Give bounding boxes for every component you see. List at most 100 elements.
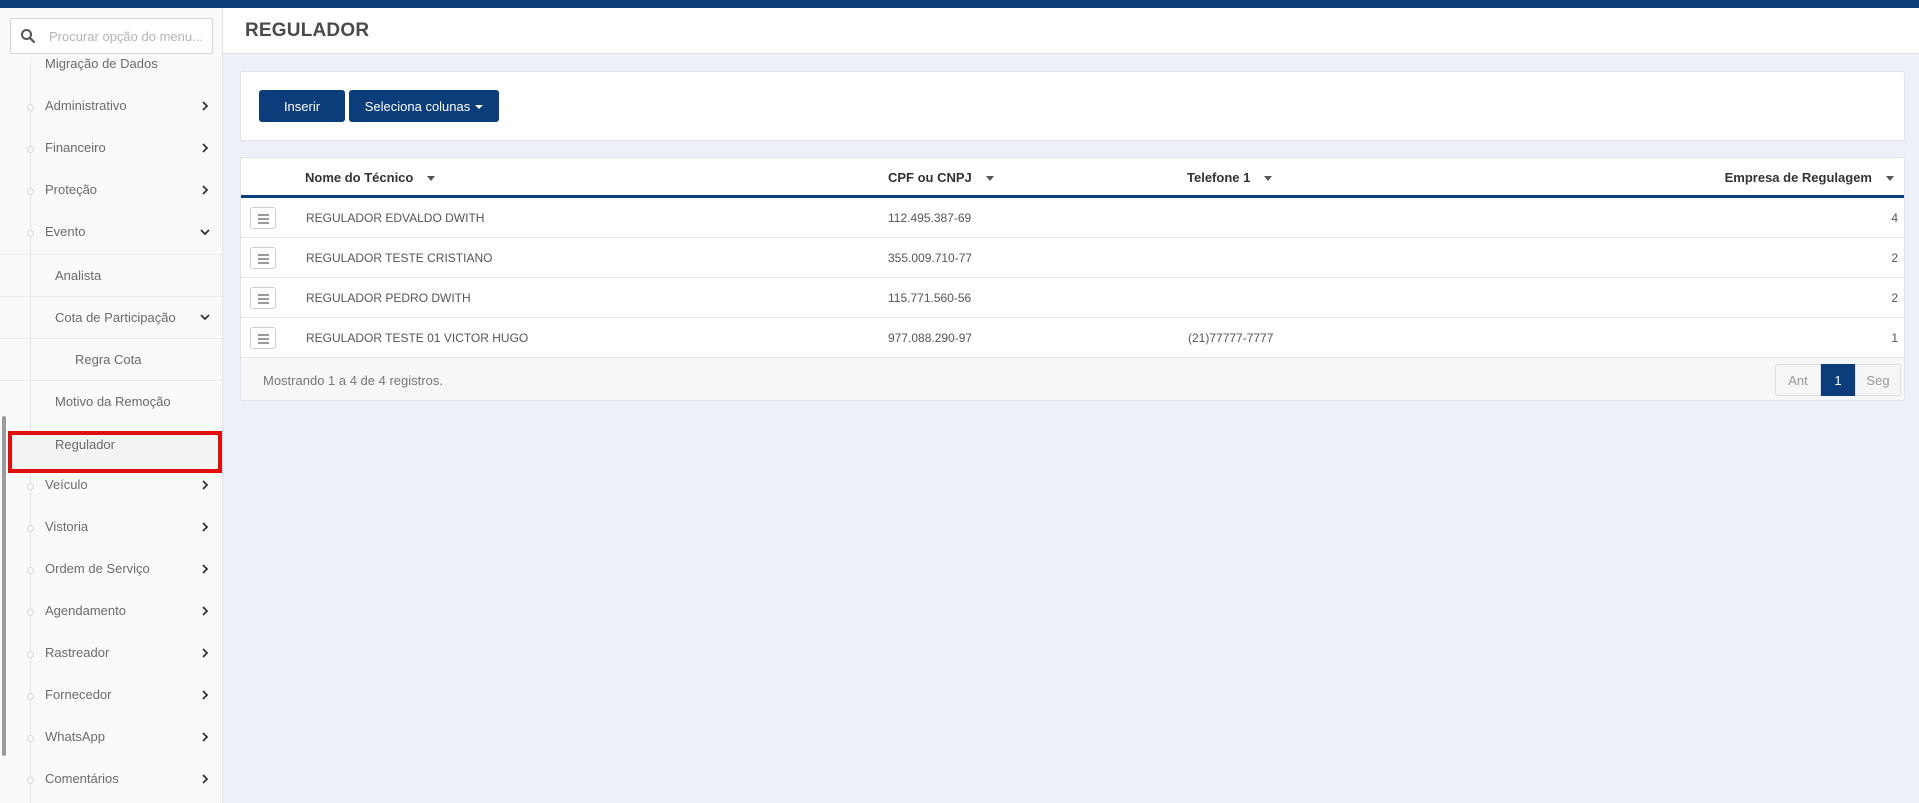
menu-search[interactable] [10,18,213,54]
tree-node-dot [27,651,34,658]
sidebar-item-whatsapp[interactable]: WhatsApp [0,717,222,759]
chevron-right-icon [202,101,209,111]
insert-button[interactable]: Inserir [259,90,345,122]
row-menu-icon[interactable] [250,287,276,309]
sidebar-item-administrativo[interactable]: Administrativo [0,86,222,128]
records-summary: Mostrando 1 a 4 de 4 registros. [263,373,443,388]
sidebar-item-label: Veículo [45,477,88,492]
chevron-right-icon [202,143,209,153]
sidebar-item-label: WhatsApp [45,729,105,744]
sidebar-item-label: Financeiro [45,140,106,155]
pagination-page-button[interactable]: 1 [1821,364,1855,396]
sidebar-item-financeiro[interactable]: Financeiro [0,128,222,170]
column-header-cpf[interactable]: CPF ou CNPJ [888,170,994,185]
sidebar-item-comentarios[interactable]: Comentários [0,759,222,801]
row-menu-icon[interactable] [250,247,276,269]
chevron-down-icon [200,314,210,321]
tree-node-dot [27,567,34,574]
sidebar-item-motivo-remocao[interactable]: Motivo da Remoção [0,380,222,422]
tree-node-dot [27,146,34,153]
chevron-right-icon [202,185,209,195]
cell-empresa: 2 [1891,251,1898,265]
insert-button-label: Inserir [283,98,321,114]
column-header-telefone[interactable]: Telefone 1 [1187,170,1273,185]
cell-nome: REGULADOR TESTE CRISTIANO [306,251,493,265]
sidebar-item-label: Regulador [55,437,115,452]
sidebar-item-analista[interactable]: Analista [0,254,222,296]
tree-node-dot [27,693,34,700]
column-header-label: Telefone 1 [1187,170,1251,185]
sidebar-item-label: Ordem de Serviço [45,561,150,576]
column-header-nome[interactable]: Nome do Técnico [305,170,436,185]
page-title: REGULADOR [245,20,370,41]
sidebar-item-label: Regra Cota [75,352,142,367]
sidebar-item-ordem-servico[interactable]: Ordem de Serviço [0,549,222,591]
cell-cpf: 355.009.710-77 [888,251,973,265]
sidebar-item-cota-participacao[interactable]: Cota de Participação [0,296,222,338]
tree-node-dot [27,777,34,784]
cell-nome: REGULADOR PEDRO DWITH [306,291,471,305]
sidebar-item-regulador[interactable]: Regulador [0,423,222,465]
table-header: Nome do Técnico CPF ou CNPJ Telefone 1 E… [241,158,1904,198]
column-header-label: Empresa de Regulagem [1724,170,1872,185]
table-row[interactable]: REGULADOR TESTE 01 VICTOR HUGO 977.088.2… [241,318,1904,358]
table-footer: Mostrando 1 a 4 de 4 registros. Ant 1 Se… [241,358,1904,400]
sidebar-item-label: Migração de Dados [45,56,158,71]
sidebar-item-rastreador[interactable]: Rastreador [0,633,222,675]
select-columns-label: Seleciona colunas [364,98,471,114]
tree-node-dot [27,735,34,742]
column-header-label: Nome do Técnico [305,170,414,185]
sidebar-item-label: Cota de Participação [55,310,176,325]
chevron-right-icon [202,648,209,658]
table-row[interactable]: REGULADOR EDVALDO DWITH 112.495.387-69 4 [241,198,1904,238]
sidebar-item-label: Proteção [45,182,98,197]
sidebar-item-label: Evento [45,224,86,239]
tree-node-dot [27,104,34,111]
sidebar-item-veiculo[interactable]: Veículo [0,465,222,507]
sidebar-item-evento[interactable]: Evento [0,212,222,254]
sort-caret-icon [1886,176,1894,182]
search-icon [21,29,36,44]
sort-caret-icon [427,176,436,182]
tree-node-dot [27,525,34,532]
sidebar-item-label: Vistoria [45,519,89,534]
sidebar-item-fornecedor[interactable]: Fornecedor [0,675,222,717]
page-header: REGULADOR [223,8,1919,54]
sidebar-item-label: Rastreador [45,645,110,660]
cell-telefone: (21)77777-7777 [1188,331,1274,345]
select-columns-button[interactable]: Seleciona colunas [349,90,499,122]
sidebar-item-label: Comentários [45,771,119,786]
chevron-down-icon [200,229,210,236]
sidebar-item-label: Agendamento [45,603,126,618]
sidebar-item-label: Motivo da Remoção [55,394,171,409]
column-header-empresa[interactable]: Empresa de Regulagem [1725,170,1894,185]
cell-cpf: 977.088.290-97 [888,331,973,345]
cell-nome: REGULADOR EDVALDO DWITH [306,211,485,225]
sidebar-item-protecao[interactable]: Proteção [0,170,222,212]
table-row[interactable]: REGULADOR TESTE CRISTIANO 355.009.710-77… [241,238,1904,278]
menu-search-input[interactable] [49,19,209,53]
row-menu-icon[interactable] [250,327,276,349]
sort-caret-icon [985,176,994,182]
sidebar-item-regra-cota[interactable]: Regra Cota [0,338,222,380]
caret-down-icon [475,105,484,110]
sidebar-item-migracao[interactable]: Migração de Dados [0,54,222,76]
pagination-next-button[interactable]: Seg [1855,364,1901,396]
pagination-prev-button[interactable]: Ant [1775,364,1821,396]
chevron-right-icon [202,480,209,490]
cell-cpf: 112.495.387-69 [888,211,972,225]
sidebar-item-label: Fornecedor [45,687,112,702]
regulador-table: Nome do Técnico CPF ou CNPJ Telefone 1 E… [240,157,1905,401]
table-row[interactable]: REGULADOR PEDRO DWITH 115.771.560-56 2 [241,278,1904,318]
sidebar-menu: Migração de Dados Administrativo Finance… [0,8,223,803]
tree-node-dot [27,609,34,616]
row-menu-icon[interactable] [250,207,276,229]
cell-cpf: 115.771.560-56 [888,291,972,305]
sidebar-item-label: Analista [55,268,102,283]
sidebar-item-agendamento[interactable]: Agendamento [0,591,222,633]
cell-nome: REGULADOR TESTE 01 VICTOR HUGO [306,331,529,345]
top-accent-bar [0,0,1919,8]
cell-empresa: 4 [1891,211,1898,225]
sidebar-item-vistoria[interactable]: Vistoria [0,507,222,549]
cell-empresa: 2 [1891,291,1898,305]
